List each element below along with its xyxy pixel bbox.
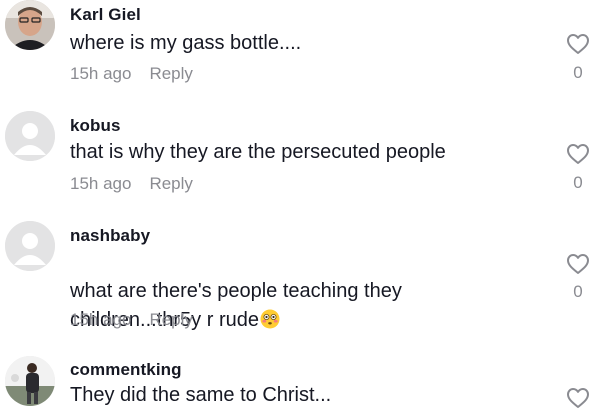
comment-meta: 15h ago Reply: [70, 310, 193, 330]
comment-time: 15h ago: [70, 174, 132, 193]
comment-text: where is my gass bottle....: [70, 32, 302, 54]
comment-time: 15h ago: [70, 310, 132, 329]
default-avatar-icon: [5, 111, 55, 161]
comment-username[interactable]: Karl Giel: [70, 5, 141, 25]
reply-button[interactable]: Reply: [149, 174, 192, 193]
reply-button[interactable]: Reply: [149, 310, 192, 329]
heart-outline-icon[interactable]: [566, 253, 590, 275]
comment-username[interactable]: commentking: [70, 360, 182, 380]
comment-text: They did the same to Christ...: [70, 384, 332, 406]
like-count: 0: [573, 173, 583, 192]
reply-button[interactable]: Reply: [149, 64, 192, 83]
avatar-photo-icon: [5, 0, 55, 50]
heart-outline-icon[interactable]: [566, 33, 590, 55]
avatar[interactable]: [5, 221, 55, 271]
avatar[interactable]: [5, 111, 55, 161]
comment-meta: 15h ago Reply: [70, 174, 193, 194]
flushed-face-emoji-icon: [260, 309, 280, 329]
avatar-photo-icon: [5, 356, 55, 406]
comment-meta: 15h ago Reply: [70, 64, 193, 84]
avatar[interactable]: [5, 356, 55, 406]
comment-username[interactable]: kobus: [70, 116, 121, 136]
like-count: 0: [573, 63, 583, 82]
avatar[interactable]: [5, 0, 55, 50]
heart-outline-icon[interactable]: [566, 387, 590, 409]
like-count: 0: [573, 282, 583, 301]
comment-time: 15h ago: [70, 64, 132, 83]
default-avatar-icon: [5, 221, 55, 271]
comment-username[interactable]: nashbaby: [70, 226, 150, 246]
comment-text: that is why they are the persecuted peop…: [70, 141, 446, 163]
heart-outline-icon[interactable]: [566, 143, 590, 165]
